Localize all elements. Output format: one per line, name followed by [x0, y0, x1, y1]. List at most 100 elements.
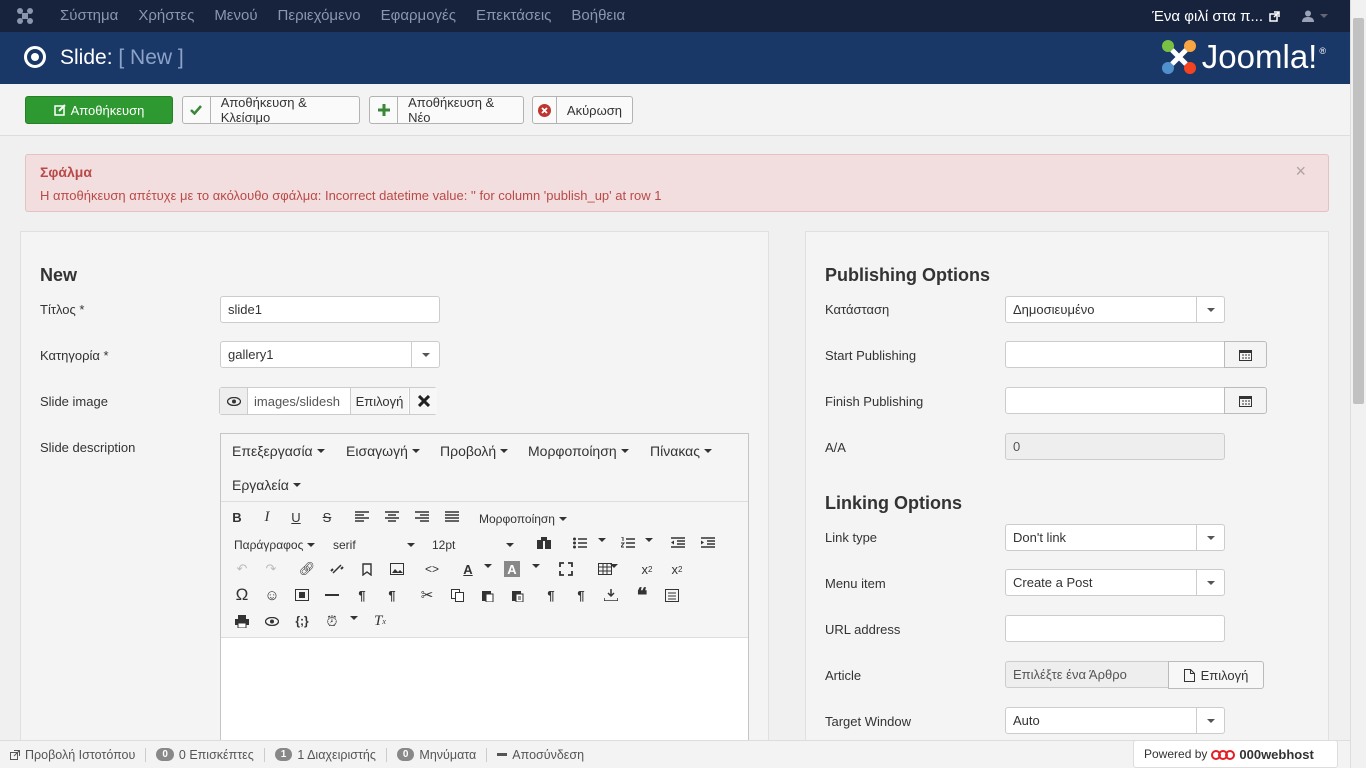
chevron-down-icon[interactable]: [610, 564, 618, 568]
alarm-icon[interactable]: ⏰︎: [321, 610, 343, 632]
blockquote-icon[interactable]: ❝: [631, 584, 653, 607]
outdent-icon[interactable]: [667, 532, 689, 554]
emoticon-icon[interactable]: ☺: [261, 584, 283, 606]
eye-icon[interactable]: [220, 388, 248, 414]
calendar-icon[interactable]: [1224, 341, 1267, 368]
align-right-icon[interactable]: [411, 506, 433, 528]
chevron-down-icon[interactable]: [532, 564, 540, 568]
menu-menus[interactable]: Μενού: [204, 0, 267, 32]
code-icon[interactable]: <>: [421, 558, 443, 580]
paste-text-icon[interactable]: [506, 584, 528, 606]
logout-link[interactable]: Αποσύνδεση: [487, 748, 594, 762]
ltr-icon[interactable]: ¶: [351, 584, 373, 606]
table-icon[interactable]: [594, 558, 616, 580]
image-select-button[interactable]: Επιλογή: [350, 388, 408, 414]
cancel-button[interactable]: Ακύρωση: [532, 96, 633, 124]
close-icon[interactable]: ×: [1295, 161, 1306, 182]
text-color-icon[interactable]: A: [457, 558, 479, 580]
chevron-down-icon[interactable]: [645, 538, 653, 542]
editor-menu-tools[interactable]: Εργαλεία: [232, 477, 301, 493]
superscript-icon[interactable]: x2: [666, 558, 688, 580]
url-input[interactable]: [1005, 615, 1225, 642]
page-scrollbar[interactable]: [1350, 0, 1366, 768]
image-icon[interactable]: [386, 558, 408, 580]
admins-item[interactable]: 1 1 Διαχειριστής: [265, 747, 387, 762]
paragraph-select[interactable]: Παράγραφος: [234, 538, 316, 552]
editor-menu-edit[interactable]: Επεξεργασία: [232, 443, 325, 459]
print-icon[interactable]: [231, 610, 253, 632]
editor-menu-table[interactable]: Πίνακας: [650, 443, 712, 459]
template-icon[interactable]: [661, 584, 683, 606]
joomla-logo-icon[interactable]: [0, 0, 50, 32]
site-link[interactable]: Ένα φιλί στα π...: [1152, 8, 1280, 25]
visitors-item[interactable]: 0 0 Επισκέπτες: [146, 747, 265, 762]
chevron-down-icon[interactable]: [350, 616, 358, 620]
subscript-icon[interactable]: x2: [636, 558, 658, 580]
menu-components[interactable]: Εφαρμογές: [371, 0, 466, 32]
start-publishing-input[interactable]: [1005, 341, 1226, 368]
menu-content[interactable]: Περιεχόμενο: [268, 0, 371, 32]
menu-help[interactable]: Βοήθεια: [561, 0, 635, 32]
menu-item-select[interactable]: Create a Post: [1005, 569, 1225, 596]
code-sample-icon[interactable]: {;}: [291, 610, 313, 632]
editor-menu-insert[interactable]: Εισαγωγή: [346, 443, 420, 459]
format-dropdown[interactable]: Μορφοποίηση: [479, 512, 567, 526]
unlink-icon[interactable]: [326, 558, 348, 580]
title-input[interactable]: slide1: [220, 296, 440, 323]
underline-icon[interactable]: U: [285, 506, 307, 528]
strikethrough-icon[interactable]: S: [316, 506, 338, 528]
background-color-icon[interactable]: A: [504, 561, 520, 577]
horizontal-rule-icon[interactable]: [321, 584, 343, 606]
target-window-select[interactable]: Auto: [1005, 707, 1225, 734]
menu-users[interactable]: Χρήστες: [128, 0, 204, 32]
copy-icon[interactable]: [446, 584, 468, 606]
clear-icon[interactable]: [409, 388, 437, 414]
preview-icon[interactable]: [261, 610, 283, 632]
justify-icon[interactable]: [441, 506, 463, 528]
editor-menu-format[interactable]: Μορφοποίηση: [528, 443, 629, 459]
menu-system[interactable]: Σύστημα: [50, 0, 128, 32]
indent-icon[interactable]: [697, 532, 719, 554]
editor-menu-view[interactable]: Προβολή: [440, 443, 509, 459]
search-replace-icon[interactable]: [533, 532, 555, 554]
fullscreen-icon[interactable]: [555, 558, 577, 580]
paste-icon[interactable]: [476, 584, 498, 606]
save-close-button[interactable]: Αποθήκευση & Κλείσιμο: [182, 95, 360, 125]
media-icon[interactable]: [291, 584, 313, 606]
align-left-icon[interactable]: [351, 506, 373, 528]
font-size-select[interactable]: 12pt: [432, 538, 514, 552]
scrollbar-thumb[interactable]: [1353, 18, 1364, 404]
rtl-icon[interactable]: ¶: [381, 584, 403, 606]
powered-by-badge[interactable]: Powered by 000webhost: [1133, 740, 1338, 768]
menu-extensions[interactable]: Επεκτάσεις: [466, 0, 561, 32]
chevron-down-icon[interactable]: [484, 564, 492, 568]
visual-chars-icon[interactable]: ¶: [540, 584, 562, 606]
editor-content-area[interactable]: [221, 638, 748, 742]
article-select-button[interactable]: Επιλογή: [1168, 661, 1264, 689]
numbered-list-icon[interactable]: [617, 532, 639, 554]
status-select[interactable]: Δημοσιευμένο: [1005, 296, 1225, 323]
cut-icon[interactable]: ✂: [416, 584, 438, 606]
save-button[interactable]: Αποθήκευση: [25, 96, 173, 124]
nonbreaking-icon[interactable]: ¶: [570, 584, 592, 606]
save-new-button[interactable]: Αποθήκευση & Νέο: [369, 95, 524, 125]
bold-icon[interactable]: B: [226, 506, 248, 528]
redo-icon[interactable]: ↷: [260, 558, 282, 580]
calendar-icon[interactable]: [1224, 387, 1267, 414]
link-icon[interactable]: 🔗︎: [296, 558, 318, 580]
special-char-icon[interactable]: Ω: [231, 584, 253, 606]
link-type-select[interactable]: Don't link: [1005, 524, 1225, 551]
messages-item[interactable]: 0 Μηνύματα: [387, 747, 488, 762]
category-select[interactable]: gallery1: [220, 341, 440, 368]
pagebreak-icon[interactable]: [600, 584, 622, 606]
undo-icon[interactable]: ↶: [231, 558, 253, 580]
view-site-link[interactable]: Προβολή Ιστοτόπου: [0, 747, 147, 762]
chevron-down-icon[interactable]: [598, 538, 606, 542]
bookmark-icon[interactable]: [356, 558, 378, 580]
font-family-select[interactable]: serif: [333, 538, 415, 552]
clear-formatting-icon[interactable]: Tx: [369, 610, 391, 632]
bullet-list-icon[interactable]: [569, 532, 591, 554]
user-menu[interactable]: [1302, 10, 1328, 22]
align-center-icon[interactable]: [381, 506, 403, 528]
finish-publishing-input[interactable]: [1005, 387, 1226, 414]
